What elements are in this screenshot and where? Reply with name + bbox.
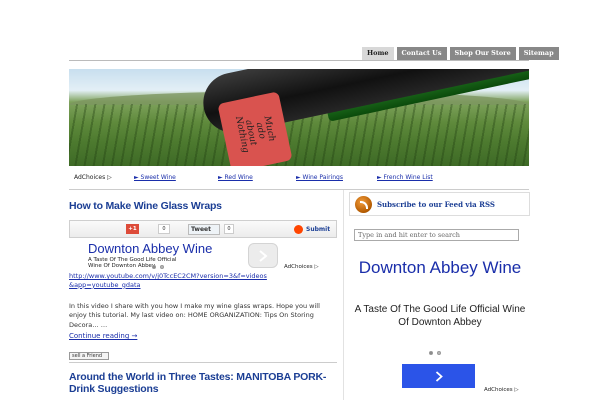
top-nav: Home Contact Us Shop Our Store Sitemap	[362, 47, 559, 60]
search-input[interactable]: Type in and hit enter to search	[354, 229, 519, 241]
sell-a-friend-button[interactable]: sell a Friend	[69, 352, 109, 360]
ad-next-button[interactable]	[402, 364, 475, 388]
ad-carousel-dots	[429, 351, 441, 355]
post-excerpt: In this video I share with you how I mak…	[69, 302, 320, 329]
submit-label: Submit	[306, 226, 331, 233]
divider	[69, 362, 337, 363]
share-bar: +1 0 Tweet 0 Submit	[69, 220, 337, 238]
reddit-submit-button[interactable]: Submit	[292, 224, 330, 235]
ad-link-wine-pairings[interactable]: ► Wine Pairings	[296, 174, 343, 181]
ad-link-red-wine[interactable]: ► Red Wine	[218, 174, 253, 181]
chevron-right-icon	[259, 249, 268, 262]
ad-carousel-dots	[152, 265, 164, 269]
dot-icon[interactable]	[437, 351, 441, 355]
chevron-right-icon	[435, 370, 443, 382]
header-banner[interactable]: Much ado about Nothing	[69, 69, 529, 166]
post-title[interactable]: Around the World in Three Tastes: MANITO…	[69, 371, 337, 395]
rss-icon	[355, 196, 372, 213]
rss-subscribe-link[interactable]: Subscribe to our Feed via RSS	[377, 200, 495, 209]
ad-link-french-wine-list[interactable]: ► French Wine List	[377, 174, 433, 181]
nav-tab-shop-our-store[interactable]: Shop Our Store	[449, 47, 516, 60]
divider	[69, 189, 529, 190]
nav-tab-contact-us[interactable]: Contact Us	[396, 47, 447, 60]
google-plus-count: 0	[158, 224, 170, 234]
dot-icon[interactable]	[152, 265, 156, 269]
youtube-link[interactable]: http://www.youtube.com/v/j0TccEC2CM?vers…	[69, 272, 269, 290]
ad-subtitle: A Taste Of The Good Life Official Wine O…	[354, 304, 526, 328]
column-divider	[343, 190, 344, 400]
nav-tab-sitemap[interactable]: Sitemap	[518, 47, 559, 60]
adchoices-label[interactable]: AdChoices ▷	[74, 174, 112, 181]
dot-icon[interactable]	[429, 351, 433, 355]
google-plus-button[interactable]: +1	[126, 224, 139, 234]
ad-title[interactable]: Downton Abbey Wine	[351, 258, 529, 278]
sidebar-ad[interactable]: Downton Abbey Wine A Taste Of The Good L…	[351, 255, 529, 400]
tweet-count: 0	[224, 224, 234, 234]
ad-next-button[interactable]	[248, 243, 278, 268]
tweet-button[interactable]: Tweet	[188, 224, 220, 235]
ad-link-sweet-wine[interactable]: ► Sweet Wine	[134, 174, 176, 181]
adchoices-label[interactable]: AdChoices ▷	[284, 264, 319, 270]
continue-reading-link[interactable]: Continue reading →	[69, 332, 137, 340]
nav-tab-home[interactable]: Home	[362, 47, 394, 60]
bottle-label-text: Much ado about Nothing	[233, 115, 278, 155]
ad-link-bar: AdChoices ▷ ► Sweet Wine ► Red Wine ► Wi…	[74, 172, 530, 184]
dot-icon[interactable]	[160, 265, 164, 269]
reddit-icon	[294, 225, 303, 234]
post-title[interactable]: How to Make Wine Glass Wraps	[69, 200, 222, 212]
rss-subscribe-box[interactable]: Subscribe to our Feed via RSS	[349, 192, 530, 216]
adchoices-label[interactable]: AdChoices ▷	[484, 387, 519, 393]
ad-title[interactable]: Downton Abbey Wine	[88, 241, 212, 256]
ad-subtitle: A Taste Of The Good Life Official Wine O…	[88, 257, 177, 270]
nav-divider	[69, 60, 529, 61]
